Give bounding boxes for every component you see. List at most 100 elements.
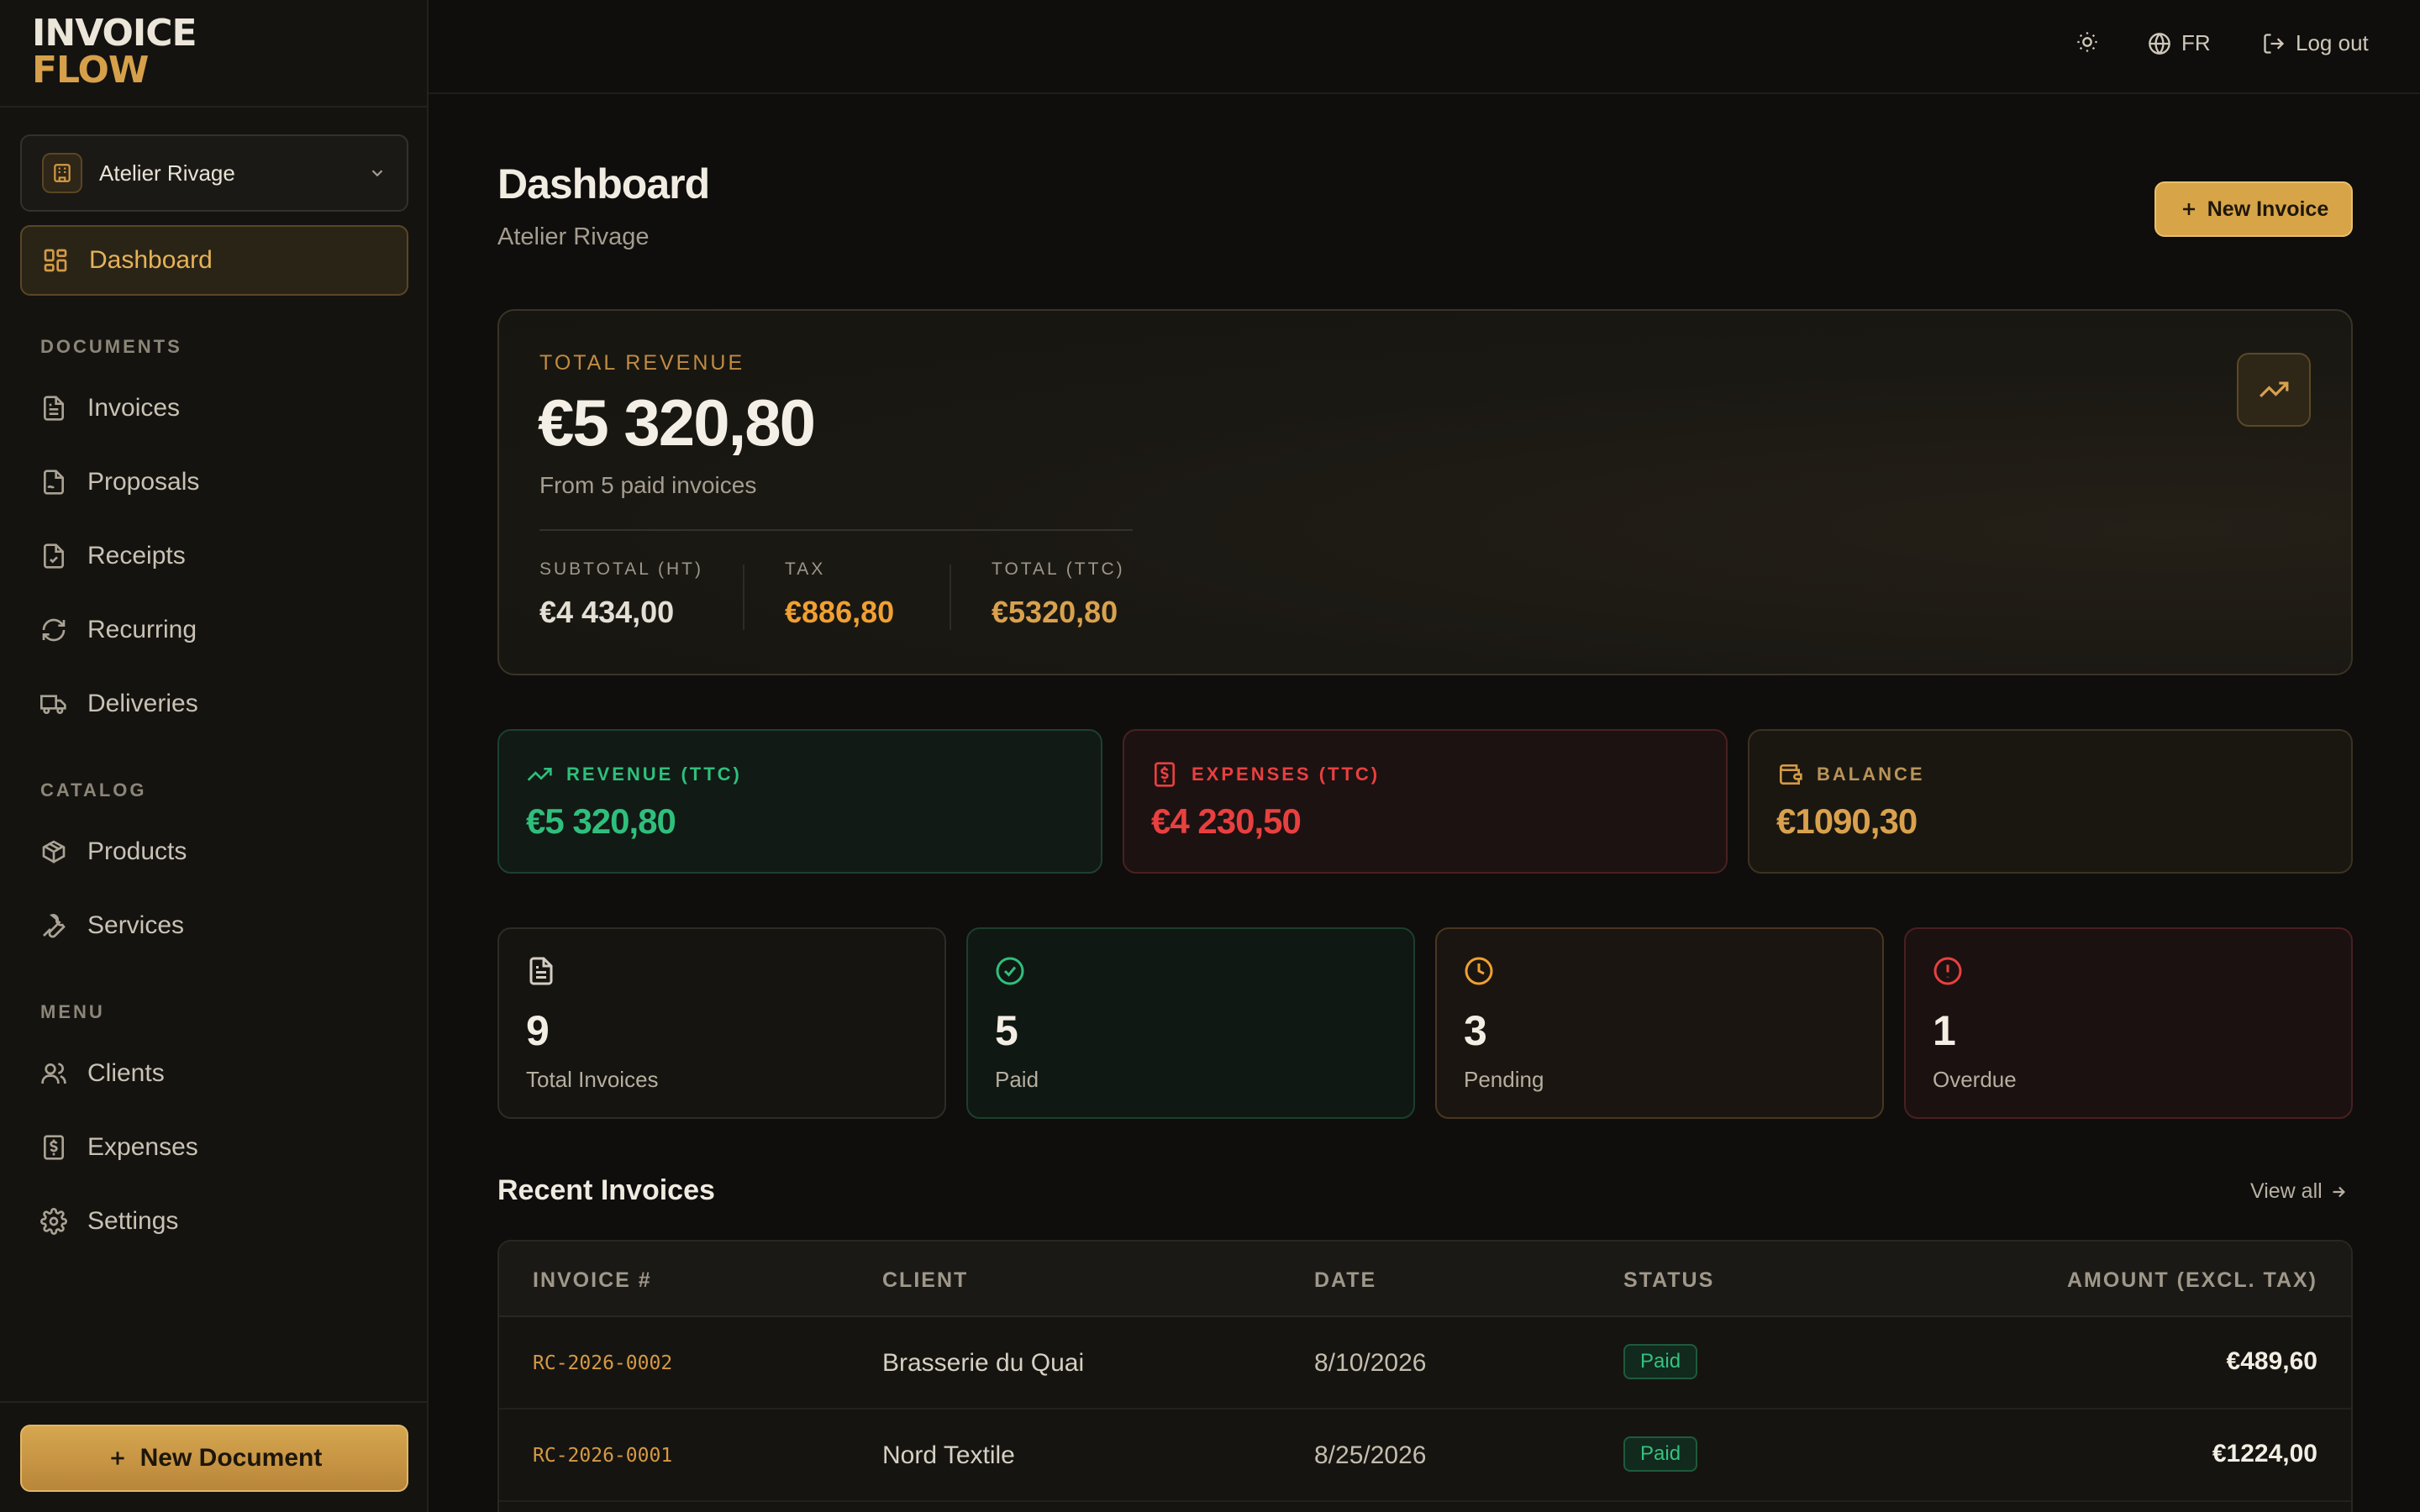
refresh-icon bbox=[42, 618, 66, 642]
sidebar-item-invoices[interactable]: Invoices bbox=[20, 373, 408, 444]
column-header-invoice[interactable]: INVOICE # bbox=[533, 1268, 652, 1293]
total-revenue-card: TOTAL REVENUE €5 320,80 From 5 paid invo… bbox=[497, 309, 2353, 675]
theme-toggle-button[interactable] bbox=[2075, 30, 2109, 54]
invoice-date: 8/10/2026 bbox=[1314, 1349, 1427, 1377]
sidebar-item-label: Invoices bbox=[87, 394, 181, 422]
sidebar-item-label: Receipts bbox=[87, 542, 186, 570]
logo-line-2: FLOW bbox=[32, 49, 149, 92]
stat-label: Pending bbox=[1464, 1067, 1544, 1092]
stat-paid[interactable]: 5 Paid bbox=[966, 927, 1415, 1119]
total-revenue-amount: €5 320,80 bbox=[538, 386, 816, 459]
balance-card: BALANCE €1090,30 bbox=[1748, 729, 2353, 874]
stat-value: 9 bbox=[526, 1007, 550, 1054]
sidebar-item-dashboard[interactable]: Dashboard bbox=[20, 225, 408, 296]
total-label: TOTAL (TTC) bbox=[992, 559, 1125, 579]
top-bar: FR Log out bbox=[429, 0, 2420, 94]
dashboard-icon bbox=[44, 249, 67, 272]
invoice-date: 8/25/2026 bbox=[1314, 1441, 1427, 1469]
balance-value: €1090,30 bbox=[1776, 801, 1918, 841]
revenue-label: REVENUE (TTC) bbox=[566, 764, 742, 785]
stat-value: 1 bbox=[1933, 1007, 1956, 1054]
plus-icon bbox=[111, 1452, 124, 1465]
status-badge: Paid bbox=[1623, 1344, 1698, 1379]
section-heading-catalog: CATALOG bbox=[40, 780, 147, 801]
stat-pending[interactable]: 3 Pending bbox=[1435, 927, 1884, 1119]
table-row[interactable]: RC-2026-0002 Brasserie du Quai 8/10/2026… bbox=[499, 1317, 2351, 1410]
building-icon bbox=[42, 153, 82, 193]
logout-label: Log out bbox=[2296, 30, 2369, 55]
file-text-icon bbox=[44, 396, 64, 421]
page-title: Dashboard bbox=[497, 160, 710, 207]
tax-block: TAX €886,80 bbox=[785, 559, 894, 630]
invoice-client: Brasserie du Quai bbox=[882, 1349, 1085, 1377]
check-circle-icon bbox=[996, 957, 1024, 985]
sidebar-item-label: Services bbox=[87, 911, 185, 939]
globe-icon bbox=[2149, 32, 2170, 55]
clock-icon bbox=[1465, 957, 1493, 985]
sidebar-item-label: Dashboard bbox=[89, 246, 213, 274]
sidebar-item-services[interactable]: Services bbox=[20, 890, 408, 961]
column-header-date[interactable]: DATE bbox=[1314, 1268, 1376, 1293]
total-value: €5320,80 bbox=[992, 595, 1118, 629]
sidebar-item-clients[interactable]: Clients bbox=[20, 1038, 408, 1109]
stat-label: Total Invoices bbox=[526, 1067, 659, 1092]
new-document-button[interactable]: New Document bbox=[20, 1425, 408, 1492]
logout-icon bbox=[2264, 33, 2285, 54]
view-all-link[interactable]: View all bbox=[2250, 1179, 2348, 1204]
file-check-icon bbox=[44, 543, 64, 569]
sidebar-item-products[interactable]: Products bbox=[20, 816, 408, 887]
file-signature-icon bbox=[44, 470, 64, 495]
package-icon bbox=[42, 840, 66, 864]
sidebar-item-settings[interactable]: Settings bbox=[20, 1186, 408, 1257]
sidebar-item-recurring[interactable]: Recurring bbox=[20, 595, 408, 665]
receipt-dollar-icon bbox=[1155, 762, 1175, 787]
column-header-amount[interactable]: AMOUNT (EXCL. TAX) bbox=[2067, 1268, 2317, 1293]
new-invoice-button[interactable]: New Invoice bbox=[2154, 181, 2353, 237]
table-row[interactable]: RC-2026-0001 Nord Textile 8/25/2026 Paid… bbox=[499, 1410, 2351, 1502]
organization-selector[interactable]: Atelier Rivage bbox=[20, 134, 408, 212]
sidebar-item-deliveries[interactable]: Deliveries bbox=[20, 669, 408, 739]
stat-total-invoices[interactable]: 9 Total Invoices bbox=[497, 927, 946, 1119]
stat-value: 5 bbox=[995, 1007, 1018, 1054]
tax-value: €886,80 bbox=[785, 595, 895, 629]
sidebar-item-receipts[interactable]: Receipts bbox=[20, 521, 408, 591]
column-header-status[interactable]: STATUS bbox=[1623, 1268, 1714, 1293]
sidebar-item-label: Settings bbox=[87, 1207, 179, 1235]
language-selector[interactable]: FR bbox=[2148, 30, 2211, 56]
invoice-client: Nord Textile bbox=[882, 1441, 1015, 1469]
sidebar-footer: New Document bbox=[0, 1401, 427, 1512]
page-subtitle: Atelier Rivage bbox=[497, 223, 650, 250]
total-revenue-label: TOTAL REVENUE bbox=[539, 351, 745, 375]
paid-invoices-note: From 5 paid invoices bbox=[539, 472, 757, 498]
divider bbox=[743, 564, 744, 630]
sidebar: INVOICE FLOW Atelier Rivage Dashboard DO… bbox=[0, 0, 429, 1512]
invoice-amount: €489,60 bbox=[2226, 1347, 2317, 1375]
invoice-amount: €1224,00 bbox=[2212, 1440, 2317, 1467]
stat-label: Paid bbox=[995, 1067, 1039, 1092]
divider bbox=[539, 529, 1133, 531]
wrench-icon bbox=[43, 914, 66, 938]
stat-value: 3 bbox=[1464, 1007, 1487, 1054]
chevron-down-icon bbox=[371, 170, 383, 177]
revenue-card: REVENUE (TTC) €5 320,80 bbox=[497, 729, 1102, 874]
view-all-label: View all bbox=[2250, 1179, 2323, 1203]
sidebar-item-label: Deliveries bbox=[87, 690, 198, 717]
recent-invoices-title: Recent Invoices bbox=[497, 1174, 715, 1206]
truck-icon bbox=[40, 695, 66, 714]
invoice-number[interactable]: RC-2026-0002 bbox=[533, 1352, 672, 1374]
wallet-icon bbox=[1780, 764, 1802, 785]
logout-button[interactable]: Log out bbox=[2262, 30, 2369, 56]
sidebar-item-proposals[interactable]: Proposals bbox=[20, 447, 408, 517]
sun-icon bbox=[2077, 32, 2097, 52]
language-label: FR bbox=[2181, 30, 2211, 55]
table-header: INVOICE # CLIENT DATE STATUS AMOUNT (EXC… bbox=[499, 1242, 2351, 1317]
logo-line-1: INVOICE bbox=[32, 12, 197, 55]
column-header-client[interactable]: CLIENT bbox=[882, 1268, 968, 1293]
app-logo[interactable]: INVOICE FLOW bbox=[0, 0, 427, 108]
sidebar-item-expenses[interactable]: Expenses bbox=[20, 1112, 408, 1183]
gear-icon bbox=[40, 1208, 67, 1235]
sidebar-item-label: Products bbox=[87, 837, 187, 865]
invoice-number[interactable]: RC-2026-0001 bbox=[533, 1445, 672, 1467]
sidebar-item-label: Clients bbox=[87, 1059, 165, 1087]
stat-overdue[interactable]: 1 Overdue bbox=[1904, 927, 2353, 1119]
